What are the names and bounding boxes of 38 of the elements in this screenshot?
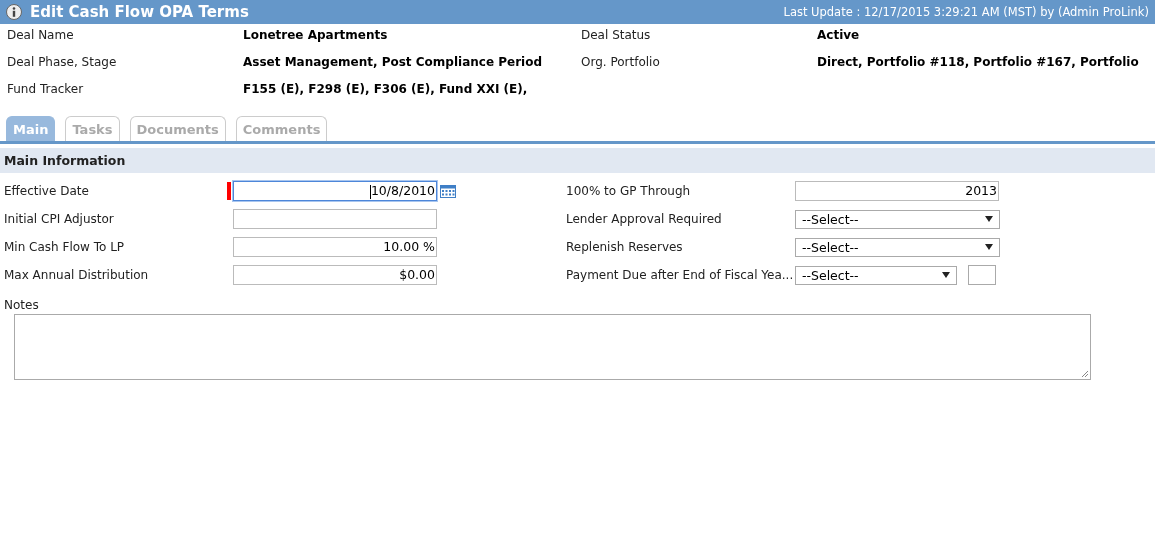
window-title: Edit Cash Flow OPA Terms [30, 3, 249, 21]
info-value: Active [817, 28, 861, 44]
info-value: Direct, Portfolio #118, Portfolio #167, Portfolio [817, 55, 1140, 71]
calendar-icon[interactable] [440, 184, 456, 198]
field-label: Initial CPI Adjustor [4, 212, 115, 226]
select-dropdown[interactable]: --Select-- [795, 265, 957, 285]
field-label: Replenish Reserves [566, 240, 684, 254]
info-label: Deal Name [7, 28, 75, 44]
info-label: Deal Status [581, 28, 652, 44]
info-value: Asset Management, Post Compliance Period [243, 55, 544, 71]
field-label: Effective Date [4, 184, 90, 198]
info-value: Lonetree Apartments [243, 28, 389, 44]
field-label: 100% to GP Through [566, 184, 692, 198]
notes-textarea[interactable] [14, 314, 1091, 380]
select-dropdown[interactable]: --Select-- [795, 237, 1000, 257]
text-field[interactable]: 10/8/2010 [233, 181, 437, 201]
info-label: Fund Tracker [7, 82, 85, 98]
field-label: Min Cash Flow To LP [4, 240, 126, 254]
dropdown-arrow-icon [985, 216, 993, 222]
resize-grip-icon [1081, 370, 1089, 378]
text-field[interactable]: $0.00 [233, 265, 437, 285]
field-label: Max Annual Distribution [4, 268, 150, 282]
text-field[interactable] [968, 265, 996, 285]
text-field[interactable]: 10.00 % [233, 237, 437, 257]
field-label: Payment Due after End of Fiscal Yea... [566, 268, 795, 282]
info-icon [6, 4, 22, 20]
info-value: F155 (E), F298 (E), F306 (E), Fund XXI (E), [243, 82, 529, 98]
info-label: Deal Phase, Stage [7, 55, 118, 71]
text-field[interactable]: 2013 [795, 181, 999, 201]
last-update-text: Last Update : 12/17/2015 3:29:21 AM (MST) by (Admin ProLink) [783, 5, 1149, 19]
section-header: Main Information [0, 148, 1155, 173]
field-label: Lender Approval Required [566, 212, 723, 226]
dropdown-arrow-icon [985, 244, 993, 250]
info-label: Org. Portfolio [581, 55, 661, 71]
field-label: Notes [3, 297, 40, 312]
dropdown-arrow-icon [942, 272, 950, 278]
select-dropdown[interactable]: --Select-- [795, 209, 1000, 229]
text-field[interactable] [233, 209, 437, 229]
